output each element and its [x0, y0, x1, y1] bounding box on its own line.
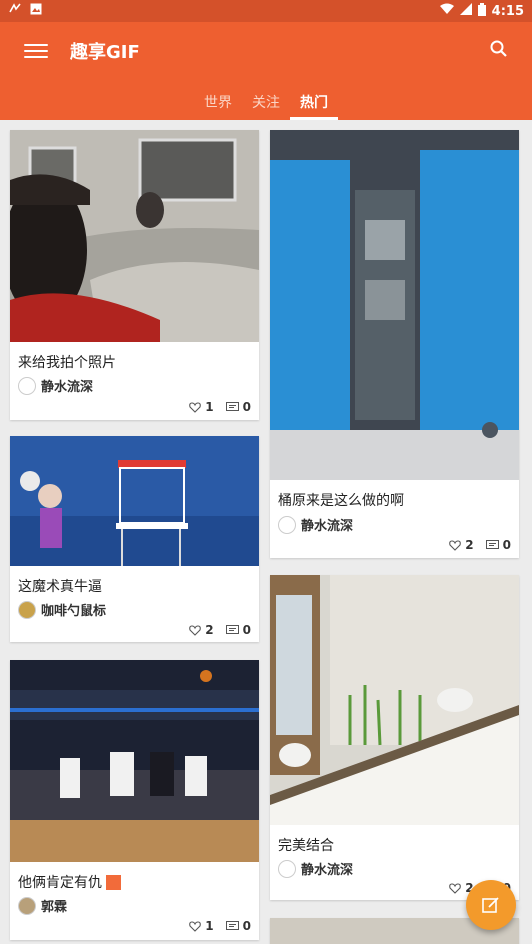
like-count: 2 — [205, 623, 214, 637]
comment-count: 0 — [242, 623, 251, 637]
avatar — [278, 859, 296, 878]
tab-world[interactable]: 世界 — [194, 88, 242, 120]
feed-card[interactable]: 桶原来是这么做的啊 静水流深 2 0 — [270, 130, 519, 558]
feed-card[interactable]: 完美结合 静水流深 2 0 — [270, 575, 519, 900]
feed-card[interactable]: 他俩肯定有仇 郭霖 1 0 — [10, 660, 259, 940]
comment-stat[interactable]: 0 — [225, 919, 251, 933]
app-bar: 趣享GIF 世界 关注 热门 — [0, 22, 532, 120]
card-title: 这魔术真牛逼 — [18, 579, 102, 595]
tab-hot[interactable]: 热门 — [290, 88, 338, 120]
comment-count: 0 — [242, 400, 251, 414]
comment-icon — [225, 624, 239, 634]
gif-thumbnail[interactable] — [10, 660, 259, 862]
author-name: 咖啡勺鼠标 — [41, 604, 107, 619]
comment-stat[interactable]: 0 — [225, 623, 251, 637]
card-stats: 2 0 — [441, 538, 511, 552]
avatar — [278, 515, 296, 534]
gif-thumbnail[interactable] — [10, 436, 259, 566]
avatar — [18, 600, 36, 619]
gif-thumbnail[interactable] — [270, 130, 519, 480]
feed-card[interactable]: 这魔术真牛逼 咖啡勺鼠标 2 0 — [10, 436, 259, 642]
card-stats: 1 0 — [181, 400, 251, 414]
card-author[interactable]: 静水流深 — [278, 515, 353, 534]
comment-stat[interactable]: 0 — [485, 538, 511, 552]
comment-icon — [225, 920, 239, 930]
notification-icon — [8, 2, 22, 20]
gif-thumbnail[interactable] — [10, 130, 259, 342]
comment-count: 0 — [502, 538, 511, 552]
hamburger-icon[interactable] — [24, 41, 48, 61]
comment-icon — [225, 401, 239, 411]
card-title: 桶原来是这么做的啊 — [278, 493, 404, 509]
card-title: 来给我拍个照片 — [18, 355, 116, 371]
like-count: 1 — [205, 400, 214, 414]
author-name: 郭霖 — [41, 900, 68, 915]
gif-thumbnail[interactable] — [270, 575, 519, 825]
card-title: 完美结合 — [278, 838, 334, 854]
card-stats: 2 0 — [181, 623, 251, 637]
heart-icon — [189, 920, 202, 932]
app-title: 趣享GIF — [70, 42, 140, 63]
card-author[interactable]: 咖啡勺鼠标 — [18, 600, 106, 619]
angry-emoji-icon — [106, 874, 121, 890]
like-stat[interactable]: 1 — [189, 400, 214, 414]
status-time: 4:15 — [491, 3, 524, 19]
like-count: 2 — [465, 538, 474, 552]
like-count: 1 — [205, 919, 214, 933]
tab-following[interactable]: 关注 — [242, 88, 290, 120]
avatar — [18, 376, 36, 395]
card-author[interactable]: 郭霖 — [18, 896, 67, 915]
wifi-icon — [439, 3, 454, 19]
photo-notification-icon — [30, 3, 42, 19]
heart-icon — [189, 401, 202, 413]
search-icon[interactable] — [488, 38, 512, 62]
like-stat[interactable]: 1 — [189, 919, 214, 933]
like-stat[interactable]: 2 — [189, 623, 214, 637]
battery-icon — [477, 2, 486, 20]
status-bar: 4:15 — [0, 0, 532, 22]
card-title-row: 他俩肯定有仇 — [18, 872, 121, 892]
edit-icon[interactable] — [466, 880, 516, 930]
card-author[interactable]: 静水流深 — [278, 859, 353, 878]
author-name: 静水流深 — [301, 863, 354, 878]
heart-icon — [449, 539, 462, 551]
feed-card[interactable]: 来给我拍个照片 静水流深 1 0 — [10, 130, 259, 420]
avatar — [18, 896, 36, 915]
app-screen: 4:15 趣享GIF 世界 关注 热门 来给我拍个照片 静水流深 1 0 这魔术… — [0, 0, 532, 944]
heart-icon — [189, 624, 202, 636]
heart-icon — [449, 882, 462, 894]
like-stat[interactable]: 2 — [449, 538, 474, 552]
comment-icon — [485, 539, 499, 549]
author-name: 静水流深 — [301, 519, 354, 534]
comment-stat[interactable]: 0 — [225, 400, 251, 414]
card-title: 他俩肯定有仇 — [18, 875, 102, 891]
tab-bar: 世界 关注 热门 — [0, 88, 532, 120]
signal-icon — [459, 3, 472, 19]
card-stats: 1 0 — [181, 919, 251, 933]
comment-count: 0 — [242, 919, 251, 933]
author-name: 静水流深 — [41, 380, 94, 395]
card-author[interactable]: 静水流深 — [18, 376, 93, 395]
